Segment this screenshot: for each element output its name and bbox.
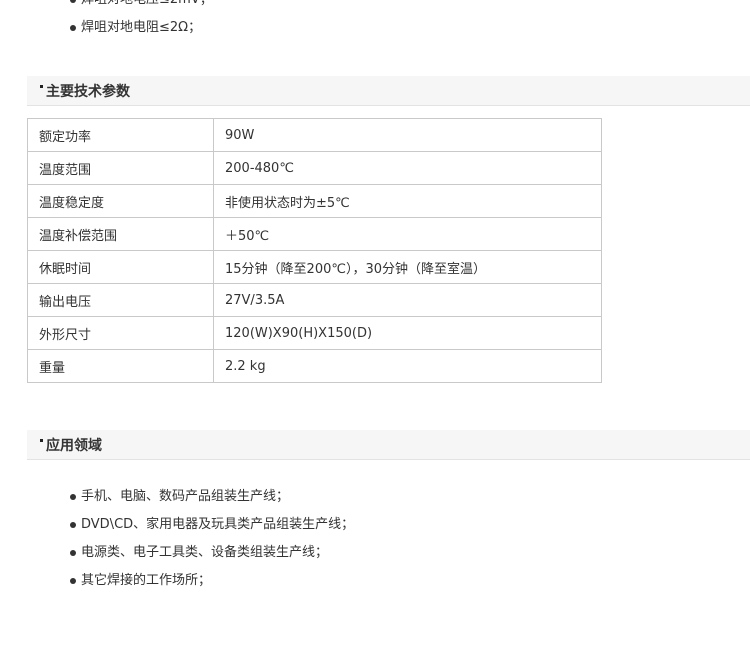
table-row: 休眠时间 15分钟（降至200℃），30分钟（降至室温） bbox=[27, 250, 602, 284]
bullet-dot-icon bbox=[70, 25, 76, 31]
spec-label: 输出电压 bbox=[27, 283, 214, 317]
table-row: 外形尺寸 120(W)X90(H)X150(D) bbox=[27, 316, 602, 350]
spec-label: 温度稳定度 bbox=[27, 184, 214, 218]
list-item: DVD\CD、家用电器及玩具类产品组装生产线； bbox=[70, 511, 354, 539]
params-section-header: 主要技术参数 bbox=[27, 76, 750, 106]
table-row: 温度补偿范围 ＋50℃ bbox=[27, 217, 602, 251]
header-marker-icon bbox=[40, 85, 43, 88]
spec-value: 非使用状态时为±5℃ bbox=[213, 184, 602, 218]
table-row: 额定功率 90W bbox=[27, 118, 602, 152]
spec-label: 重量 bbox=[27, 349, 214, 383]
spec-label: 外形尺寸 bbox=[27, 316, 214, 350]
spec-value: 90W bbox=[213, 118, 602, 152]
apps-section-title: 应用领域 bbox=[46, 438, 102, 454]
spec-table: 额定功率 90W 温度范围 200-480℃ 温度稳定度 非使用状态时为±5℃ … bbox=[27, 118, 602, 383]
spec-value: 2.2 kg bbox=[213, 349, 602, 383]
spec-label: 温度范围 bbox=[27, 151, 214, 185]
params-section-title: 主要技术参数 bbox=[46, 84, 130, 100]
bullet-dot-icon bbox=[70, 522, 76, 528]
spec-value: ＋50℃ bbox=[213, 217, 602, 251]
spec-value: 15分钟（降至200℃），30分钟（降至室温） bbox=[213, 250, 602, 284]
list-item: 手机、电脑、数码产品组装生产线； bbox=[70, 483, 354, 511]
list-item: 焊咀对地电阻≤2Ω； bbox=[70, 14, 213, 42]
list-item: 其它焊接的工作场所； bbox=[70, 567, 354, 595]
spec-label: 休眠时间 bbox=[27, 250, 214, 284]
spec-value: 200-480℃ bbox=[213, 151, 602, 185]
list-item-text: 电源类、电子工具类、设备类组装生产线； bbox=[81, 545, 329, 560]
header-marker-icon bbox=[40, 439, 43, 442]
table-row: 温度范围 200-480℃ bbox=[27, 151, 602, 185]
list-item-text: 其它焊接的工作场所； bbox=[81, 573, 212, 588]
bullet-dot-icon bbox=[70, 550, 76, 556]
list-item-text: DVD\CD、家用电器及玩具类产品组装生产线； bbox=[81, 517, 355, 532]
list-item-text: 焊咀对地电阻≤2Ω； bbox=[81, 20, 202, 35]
table-row: 重量 2.2 kg bbox=[27, 349, 602, 383]
spec-value: 27V/3.5A bbox=[213, 283, 602, 317]
feature-list: 焊咀对地电压≤2mV； 焊咀对地电阻≤2Ω； bbox=[70, 0, 213, 42]
bullet-dot-icon bbox=[70, 578, 76, 584]
list-item: 电源类、电子工具类、设备类组装生产线； bbox=[70, 539, 354, 567]
bullet-dot-icon bbox=[70, 494, 76, 500]
list-item-text: 手机、电脑、数码产品组装生产线； bbox=[81, 489, 290, 504]
spec-value: 120(W)X90(H)X150(D) bbox=[213, 316, 602, 350]
table-row: 温度稳定度 非使用状态时为±5℃ bbox=[27, 184, 602, 218]
spec-label: 额定功率 bbox=[27, 118, 214, 152]
bullet-dot-icon bbox=[70, 0, 76, 3]
spec-label: 温度补偿范围 bbox=[27, 217, 214, 251]
table-row: 输出电压 27V/3.5A bbox=[27, 283, 602, 317]
list-item-text: 焊咀对地电压≤2mV； bbox=[81, 0, 213, 14]
list-item: 焊咀对地电压≤2mV； bbox=[70, 0, 213, 14]
application-list: 手机、电脑、数码产品组装生产线； DVD\CD、家用电器及玩具类产品组装生产线；… bbox=[70, 483, 354, 595]
apps-section-header: 应用领域 bbox=[27, 430, 750, 460]
